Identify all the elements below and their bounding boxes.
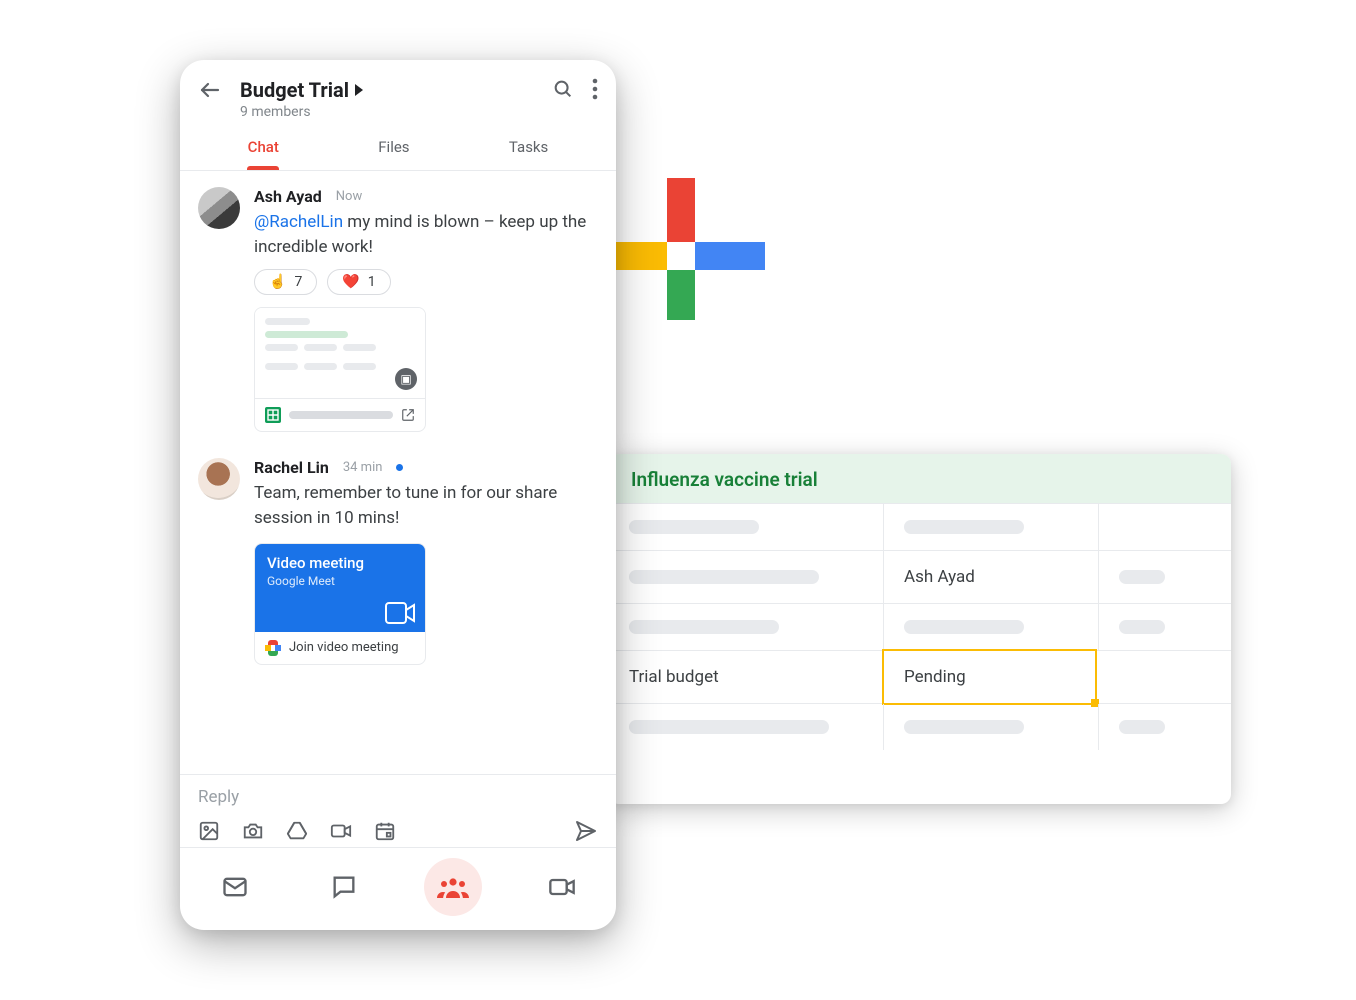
nav-mail[interactable] xyxy=(206,858,264,916)
google-meet-icon xyxy=(265,640,281,656)
nav-meet[interactable] xyxy=(533,858,591,916)
avatar[interactable] xyxy=(198,458,240,500)
timestamp: 34 min xyxy=(343,460,383,475)
avatar[interactable] xyxy=(198,187,240,229)
reply-area: Reply xyxy=(180,774,616,847)
more-icon[interactable] xyxy=(592,78,598,100)
video-icon xyxy=(385,602,415,624)
room-title[interactable]: Budget Trial xyxy=(240,78,536,102)
attachment-name-placeholder xyxy=(289,411,393,419)
selected-cell[interactable]: Pending xyxy=(882,649,1097,705)
sheet-attachment[interactable]: ▣ xyxy=(254,307,426,432)
meet-subtitle: Google Meet xyxy=(267,574,413,588)
member-count: 9 members xyxy=(240,104,536,120)
reaction-emoji: ☝️ xyxy=(269,274,286,290)
drive-icon[interactable] xyxy=(286,820,308,842)
cell-assignee[interactable]: Ash Ayad xyxy=(904,567,975,587)
reaction-count: 1 xyxy=(368,274,376,290)
join-meeting-label: Join video meeting xyxy=(289,640,399,655)
reaction-chip[interactable]: ☝️ 7 xyxy=(254,269,317,295)
image-icon[interactable] xyxy=(198,820,220,842)
author-name: Ash Ayad xyxy=(254,187,322,206)
back-button[interactable] xyxy=(198,78,224,102)
timestamp: Now xyxy=(336,189,362,204)
message: Ash Ayad Now @RachelLin my mind is blown… xyxy=(198,187,598,432)
nav-spaces[interactable] xyxy=(424,858,482,916)
open-external-icon[interactable] xyxy=(401,408,415,422)
camera-icon[interactable] xyxy=(242,820,264,842)
mention[interactable]: @RachelLin xyxy=(254,212,343,232)
message-text: Team, remember to tune in for our share … xyxy=(254,481,598,530)
message-text: @RachelLin my mind is blown – keep up th… xyxy=(254,210,598,259)
sheets-icon xyxy=(265,407,281,423)
video-tool-icon[interactable] xyxy=(330,820,352,842)
calendar-icon[interactable] xyxy=(374,820,396,842)
meet-card[interactable]: Video meeting Google Meet Join video mee… xyxy=(254,543,426,665)
nav-chat[interactable] xyxy=(315,858,373,916)
spreadsheet-card: Influenza vaccine trial Ash Ayad Trial b… xyxy=(609,454,1231,804)
reaction-count: 7 xyxy=(294,274,302,290)
reaction-emoji: ❤️ xyxy=(342,274,359,290)
reply-input[interactable]: Reply xyxy=(198,787,598,807)
reaction-chip[interactable]: ❤️ 1 xyxy=(327,269,390,295)
tab-files[interactable]: Files xyxy=(370,126,417,170)
tab-chat[interactable]: Chat xyxy=(240,126,287,170)
send-icon[interactable] xyxy=(574,819,598,843)
sheet-title: Influenza vaccine trial xyxy=(609,454,1231,504)
tab-tasks[interactable]: Tasks xyxy=(501,126,556,170)
search-icon[interactable] xyxy=(552,78,574,100)
chevron-right-icon xyxy=(355,84,363,96)
google-plus-glyph xyxy=(595,178,765,320)
author-name: Rachel Lin xyxy=(254,458,329,477)
meet-title: Video meeting xyxy=(267,554,413,572)
chat-phone-surface: Budget Trial 9 members Chat Files Tasks xyxy=(180,60,616,930)
insert-icon: ▣ xyxy=(395,368,417,390)
message: Rachel Lin 34 min Team, remember to tune… xyxy=(198,458,598,664)
cell-label[interactable]: Trial budget xyxy=(629,667,719,687)
unread-dot xyxy=(396,464,403,471)
